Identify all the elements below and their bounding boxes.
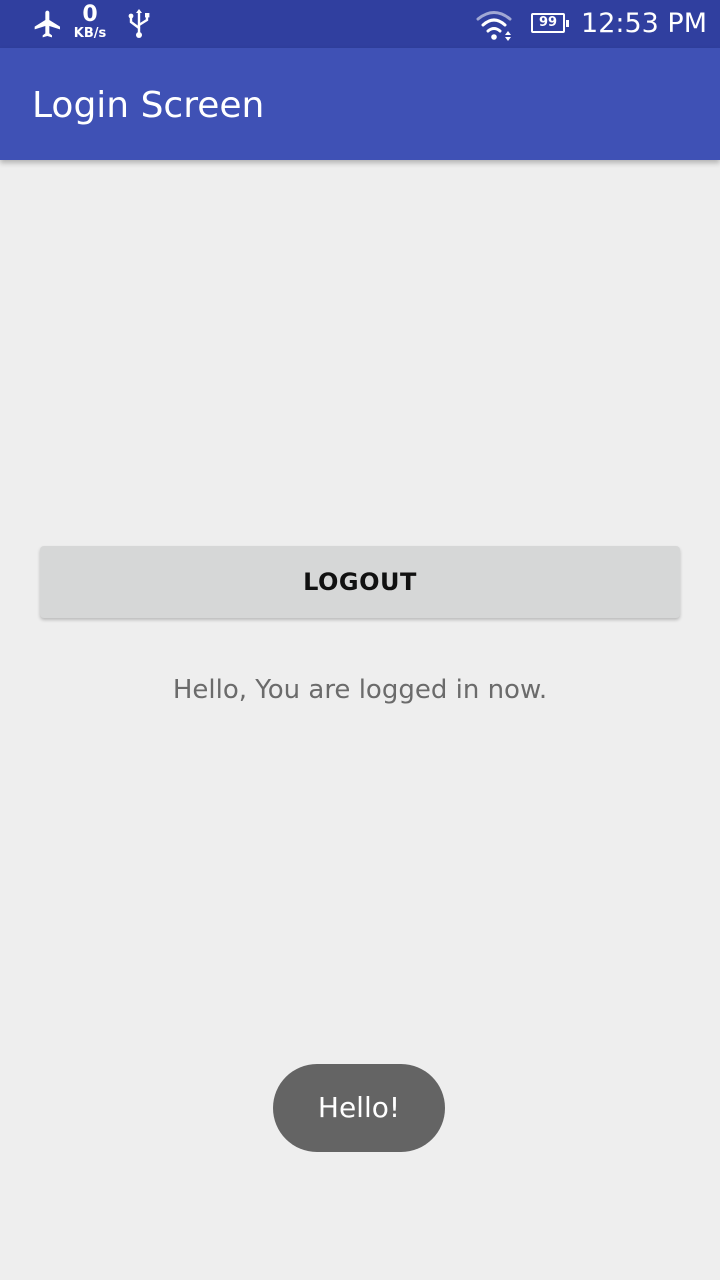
app-bar: Login Screen xyxy=(0,48,720,160)
network-speed-value: 0 xyxy=(82,2,98,27)
toast-message: Hello! xyxy=(273,1064,445,1152)
status-clock: 12:53 PM xyxy=(581,8,707,39)
battery-level: 99 xyxy=(538,15,558,30)
status-bar: 0 KB/s 99 12:53 PM xyxy=(0,0,720,48)
usb-icon xyxy=(128,9,150,38)
network-speed-unit: KB/s xyxy=(73,26,107,41)
page-title: Login Screen xyxy=(32,85,265,126)
wifi-icon xyxy=(476,11,512,41)
network-speed: 0 KB/s xyxy=(70,2,110,41)
logged-in-message: Hello, You are logged in now. xyxy=(172,675,548,705)
logout-button[interactable]: LOGOUT xyxy=(40,546,680,618)
battery-icon: 99 xyxy=(531,13,569,33)
airplane-mode-icon xyxy=(34,10,60,38)
